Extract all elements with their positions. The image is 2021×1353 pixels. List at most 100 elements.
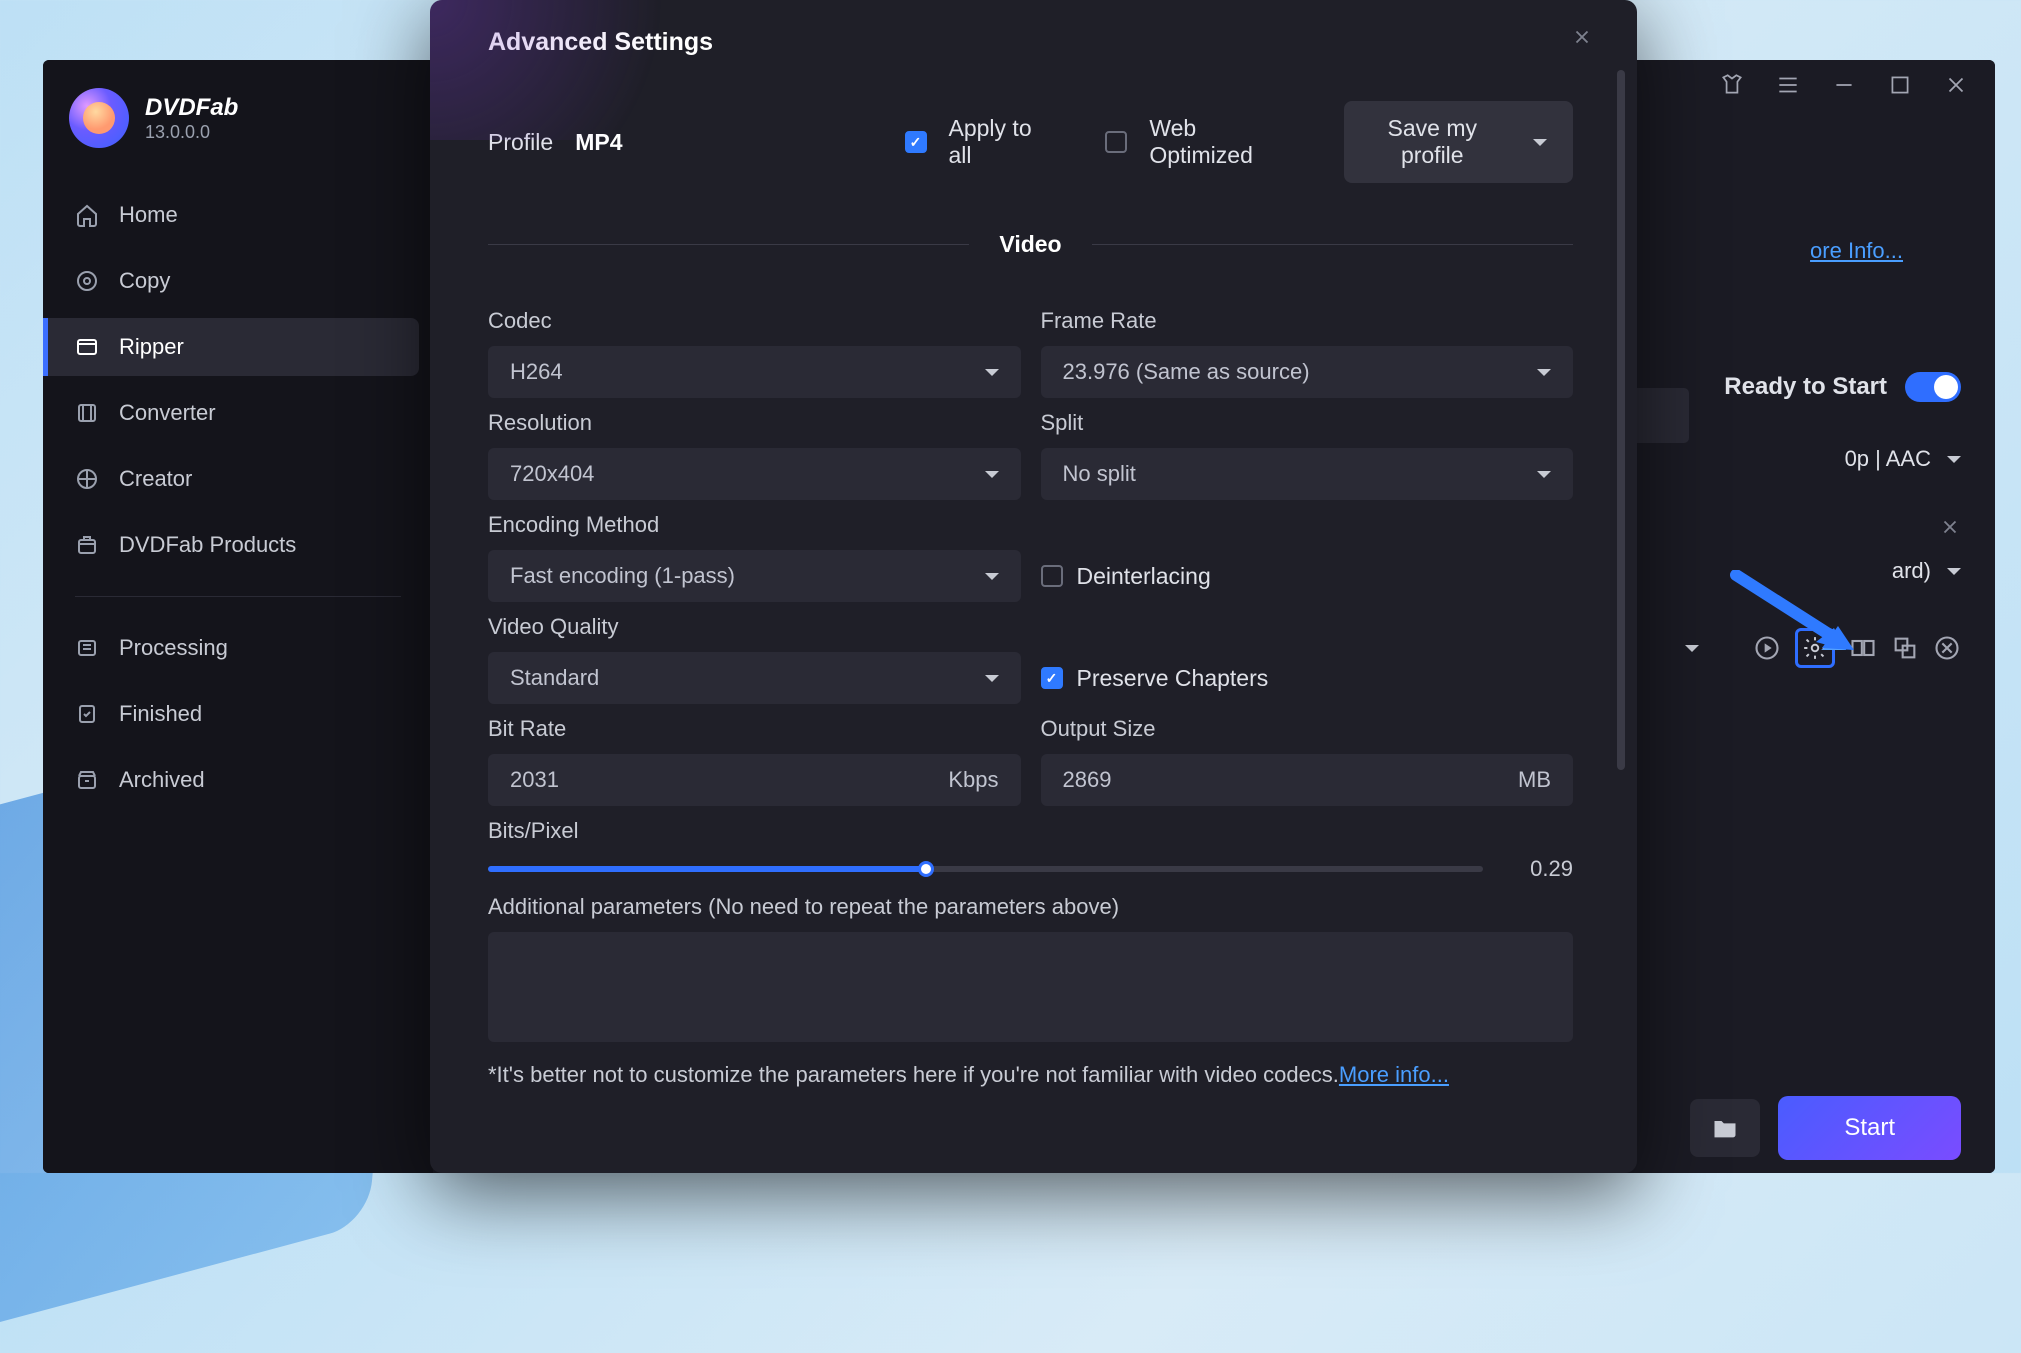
bitrate-unit: Kbps <box>948 767 998 793</box>
advanced-settings-icon[interactable] <box>1795 628 1835 668</box>
more-info-link[interactable]: More info... <box>1339 1062 1449 1087</box>
crop-icon[interactable] <box>1891 634 1919 662</box>
framerate-label: Frame Rate <box>1041 308 1574 334</box>
sidebar-item-finished[interactable]: Finished <box>43 685 419 743</box>
sidebar-item-products[interactable]: DVDFab Products <box>43 516 419 574</box>
chevron-down-icon <box>985 471 999 478</box>
parameters-note: *It's better not to customize the parame… <box>488 1062 1573 1088</box>
resolution-select[interactable]: 720x404 <box>488 448 1021 500</box>
bitrate-input[interactable]: Kbps <box>488 754 1021 806</box>
brand-name: DVDFab <box>145 94 238 122</box>
save-profile-button[interactable]: Save my profile <box>1344 101 1573 183</box>
chevron-down-icon <box>1533 139 1547 146</box>
chevron-down-icon[interactable] <box>1947 568 1961 575</box>
resolution-value: 720x404 <box>510 461 594 487</box>
sidebar-item-label: Ripper <box>119 334 184 360</box>
framerate-value: 23.976 (Same as source) <box>1063 359 1310 385</box>
finished-icon <box>75 702 99 726</box>
framerate-select[interactable]: 23.976 (Same as source) <box>1041 346 1574 398</box>
dialog-scrollbar[interactable] <box>1617 70 1625 770</box>
quality-select[interactable]: Standard <box>488 652 1021 704</box>
sidebar: DVDFab 13.0.0.0 Home Copy Ripper Convert… <box>43 60 433 1173</box>
start-button[interactable]: Start <box>1778 1096 1961 1160</box>
archived-icon <box>75 768 99 792</box>
additional-params-input[interactable] <box>488 932 1573 1042</box>
sidebar-item-label: Processing <box>119 635 228 661</box>
outputsize-unit: MB <box>1518 767 1551 793</box>
encoding-select[interactable]: Fast encoding (1-pass) <box>488 550 1021 602</box>
edit-icon[interactable] <box>1849 634 1877 662</box>
chevron-down-icon[interactable] <box>1947 456 1961 463</box>
bitrate-value[interactable] <box>510 767 936 793</box>
params-label: Additional parameters (No need to repeat… <box>488 894 1573 920</box>
remove-task-icon[interactable] <box>1939 516 1961 538</box>
converter-icon <box>75 401 99 425</box>
bitrate-label: Bit Rate <box>488 716 1021 742</box>
web-optimized-checkbox[interactable] <box>1105 131 1127 153</box>
encoding-value: Fast encoding (1-pass) <box>510 563 735 589</box>
codec-select[interactable]: H264 <box>488 346 1021 398</box>
codec-value: H264 <box>510 359 563 385</box>
profile-label: Profile <box>488 129 553 156</box>
outputsize-input[interactable]: MB <box>1041 754 1574 806</box>
preserve-chapters-checkbox[interactable] <box>1041 667 1063 689</box>
task-action-icons <box>1601 628 1961 668</box>
language-value: ard) <box>1892 558 1931 584</box>
web-optimized-label: Web Optimized <box>1149 115 1281 169</box>
outputsize-value[interactable] <box>1063 767 1507 793</box>
package-icon <box>75 533 99 557</box>
nav-divider <box>75 596 401 597</box>
chevron-down-icon <box>985 675 999 682</box>
apply-to-all-checkbox[interactable] <box>905 131 927 153</box>
advanced-settings-dialog: Advanced Settings Profile MP4 Apply to a… <box>430 0 1637 1173</box>
quality-value: 0p | AAC <box>1845 446 1931 472</box>
sidebar-item-label: Home <box>119 202 178 228</box>
processing-icon <box>75 636 99 660</box>
split-label: Split <box>1041 410 1574 436</box>
sidebar-item-creator[interactable]: Creator <box>43 450 419 508</box>
quality-label: Video Quality <box>488 614 1021 640</box>
section-divider-video: Video <box>488 231 1573 258</box>
close-dialog-icon[interactable] <box>1571 26 1593 48</box>
apply-to-all-label: Apply to all <box>949 115 1044 169</box>
sidebar-item-label: Archived <box>119 767 205 793</box>
sidebar-item-converter[interactable]: Converter <box>43 384 419 442</box>
sidebar-item-label: Copy <box>119 268 170 294</box>
delete-icon[interactable] <box>1933 634 1961 662</box>
copy-icon <box>75 269 99 293</box>
sidebar-item-label: DVDFab Products <box>119 532 296 558</box>
preserve-chapters-label: Preserve Chapters <box>1077 665 1269 692</box>
task-panel: Ready to Start 0p | AAC ard) <box>1601 372 1961 668</box>
shirt-icon[interactable] <box>1719 72 1745 98</box>
codec-label: Codec <box>488 308 1021 334</box>
outputsize-label: Output Size <box>1041 716 1574 742</box>
chevron-down-icon[interactable] <box>1685 645 1699 652</box>
close-icon[interactable] <box>1943 72 1969 98</box>
bitspixel-label: Bits/Pixel <box>488 818 1573 844</box>
ready-toggle[interactable] <box>1905 372 1961 402</box>
maximize-icon[interactable] <box>1887 72 1913 98</box>
preview-icon[interactable] <box>1753 634 1781 662</box>
sidebar-item-home[interactable]: Home <box>43 186 419 244</box>
deinterlacing-checkbox[interactable] <box>1041 565 1063 587</box>
sidebar-item-processing[interactable]: Processing <box>43 619 419 677</box>
sidebar-item-label: Creator <box>119 466 192 492</box>
chevron-down-icon <box>1537 471 1551 478</box>
sidebar-item-copy[interactable]: Copy <box>43 252 419 310</box>
creator-icon <box>75 467 99 491</box>
profile-value: MP4 <box>575 129 622 156</box>
quality-value: Standard <box>510 665 599 691</box>
menu-icon[interactable] <box>1775 72 1801 98</box>
split-select[interactable]: No split <box>1041 448 1574 500</box>
minimize-icon[interactable] <box>1831 72 1857 98</box>
chevron-down-icon <box>985 369 999 376</box>
bitspixel-slider[interactable] <box>488 866 1483 872</box>
ripper-icon <box>75 335 99 359</box>
sidebar-item-archived[interactable]: Archived <box>43 751 419 809</box>
output-folder-button[interactable] <box>1690 1099 1760 1157</box>
sidebar-item-ripper[interactable]: Ripper <box>43 318 419 376</box>
resolution-label: Resolution <box>488 410 1021 436</box>
more-info-link[interactable]: ore Info... <box>1810 238 1903 264</box>
brand-version: 13.0.0.0 <box>145 122 238 143</box>
profile-row: Profile MP4 Apply to all Web Optimized S… <box>488 101 1573 183</box>
